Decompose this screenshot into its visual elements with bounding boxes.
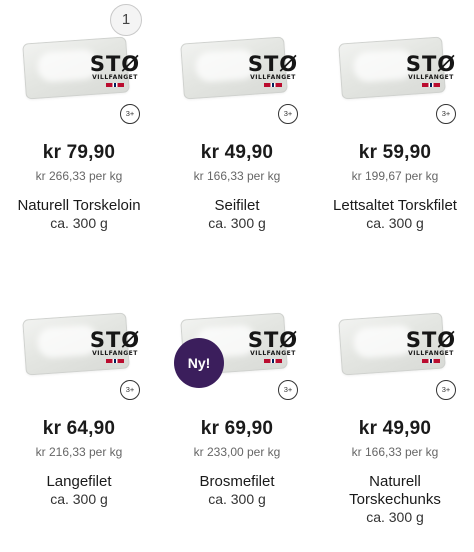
cart-quantity-badge[interactable]: 1 [110, 4, 142, 36]
brand-logo-main: STØ [89, 52, 141, 76]
product-price: kr 69,90 [200, 418, 274, 439]
age-label-icon: 3+ [120, 104, 140, 124]
norway-flag-icon [264, 83, 282, 87]
product-name[interactable]: Seifilet [164, 197, 310, 215]
brand-logo: STØ VILLFANGET [84, 330, 146, 363]
product-weight: ca. 300 g [208, 215, 266, 231]
product-weight: ca. 300 g [366, 215, 424, 231]
age-label-icon: 3+ [436, 380, 456, 400]
brand-logo-main: STØ [247, 328, 299, 352]
product-card-langefilet[interactable]: STØ VILLFANGET 3+ kr 64,90 kr 216,33 per… [0, 276, 158, 552]
new-badge: Ny! [174, 338, 224, 388]
product-name[interactable]: Brosmefilet [164, 473, 310, 491]
norway-flag-icon [106, 83, 124, 87]
age-label-icon: 3+ [278, 380, 298, 400]
product-name[interactable]: Langefilet [6, 473, 152, 491]
age-label-icon: 3+ [436, 104, 456, 124]
brand-logo: STØ VILLFANGET [242, 330, 304, 363]
product-name[interactable]: Lettsaltet Torskfilet [322, 197, 468, 215]
brand-logo-sub: VILLFANGET [92, 350, 138, 357]
brand-logo-sub: VILLFANGET [250, 74, 296, 81]
product-card-torskeloin[interactable]: STØ VILLFANGET 3+ 1 kr 79,90 kr 266,33 p… [0, 0, 158, 276]
product-card-seifilet[interactable]: STØ VILLFANGET 3+ kr 49,90 kr 166,33 per… [158, 0, 316, 276]
product-image[interactable]: STØ VILLFANGET 3+ [330, 10, 464, 128]
product-price: kr 79,90 [42, 142, 116, 163]
product-weight: ca. 300 g [50, 215, 108, 231]
product-weight: ca. 300 g [366, 509, 424, 525]
product-price: kr 64,90 [42, 418, 116, 439]
product-price: kr 49,90 [200, 142, 274, 163]
brand-logo: STØ VILLFANGET [400, 330, 462, 363]
brand-logo: STØ VILLFANGET [84, 54, 146, 87]
age-label-icon: 3+ [278, 104, 298, 124]
norway-flag-icon [422, 83, 440, 87]
brand-logo-main: STØ [405, 328, 457, 352]
norway-flag-icon [422, 359, 440, 363]
unit-price: kr 166,33 per kg [351, 445, 439, 459]
product-name[interactable]: Naturell Torskeloin [6, 197, 152, 215]
unit-price: kr 199,67 per kg [351, 169, 439, 183]
brand-logo: STØ VILLFANGET [400, 54, 462, 87]
unit-price: kr 166,33 per kg [193, 169, 281, 183]
product-image[interactable]: STØ VILLFANGET 3+ [172, 10, 306, 128]
unit-price: kr 233,00 per kg [193, 445, 281, 459]
norway-flag-icon [106, 359, 124, 363]
unit-price: kr 266,33 per kg [35, 169, 123, 183]
product-card-lettsaltet-torskfilet[interactable]: STØ VILLFANGET 3+ kr 59,90 kr 199,67 per… [316, 0, 474, 276]
product-image[interactable]: STØ VILLFANGET 3+ [14, 286, 148, 404]
brand-logo-sub: VILLFANGET [408, 74, 454, 81]
product-image[interactable]: STØ VILLFANGET 3+ [330, 286, 464, 404]
product-card-brosmefilet[interactable]: STØ VILLFANGET 3+ Ny! kr 69,90 kr 233,00… [158, 276, 316, 552]
product-name[interactable]: Naturell Torskechunks [340, 473, 450, 509]
brand-logo-sub: VILLFANGET [92, 74, 138, 81]
product-weight: ca. 300 g [208, 491, 266, 507]
brand-logo-sub: VILLFANGET [250, 350, 296, 357]
brand-logo: STØ VILLFANGET [242, 54, 304, 87]
product-weight: ca. 300 g [50, 491, 108, 507]
age-label-icon: 3+ [120, 380, 140, 400]
product-price: kr 59,90 [358, 142, 432, 163]
brand-logo-main: STØ [405, 52, 457, 76]
product-card-torskechunks[interactable]: STØ VILLFANGET 3+ kr 49,90 kr 166,33 per… [316, 276, 474, 552]
product-grid: STØ VILLFANGET 3+ 1 kr 79,90 kr 266,33 p… [0, 0, 474, 552]
brand-logo-main: STØ [89, 328, 141, 352]
brand-logo-main: STØ [247, 52, 299, 76]
brand-logo-sub: VILLFANGET [408, 350, 454, 357]
unit-price: kr 216,33 per kg [35, 445, 123, 459]
product-price: kr 49,90 [358, 418, 432, 439]
norway-flag-icon [264, 359, 282, 363]
